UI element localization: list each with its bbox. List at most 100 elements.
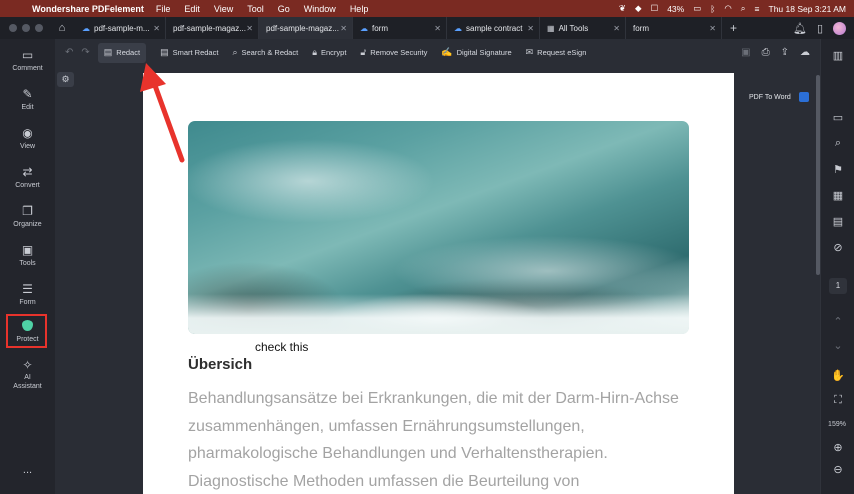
page-down-icon[interactable]: ⌄ [821, 339, 854, 352]
hand-tool-icon[interactable]: ✋ [821, 369, 854, 382]
tab-label: pdf-sample-m... [94, 23, 150, 33]
pdf-to-word-button[interactable]: PDF To Word [744, 86, 816, 108]
edit-icon: ✎ [22, 87, 33, 101]
word-icon [798, 92, 809, 102]
bookmark-icon[interactable]: ⚑ [821, 163, 854, 176]
bell-icon[interactable]: 🔔︎ [793, 22, 807, 35]
encrypt-button[interactable]: 🔒︎ Encrypt [312, 43, 346, 63]
sidebar-item-edit[interactable]: ✎ Edit [0, 87, 55, 111]
battery-percent[interactable]: 43% [667, 4, 684, 14]
tab-3-active[interactable]: pdf-sample-magaz... ✕ [259, 17, 353, 39]
bluetooth-icon[interactable]: ᛒ [710, 4, 715, 14]
annotation-text[interactable]: check this [255, 340, 308, 354]
close-tab-icon[interactable]: ✕ [153, 24, 160, 33]
new-tab-icon[interactable]: + [730, 21, 737, 35]
menu-help[interactable]: Help [350, 4, 369, 14]
close-tab-icon[interactable]: ✕ [527, 24, 534, 33]
redact-button[interactable]: ▤ Redact [97, 42, 147, 63]
chat-icon[interactable]: ▭ [821, 111, 854, 124]
sidebar-item-ai-assistant[interactable]: ✧ AI Assistant [0, 358, 55, 391]
encrypt-label: Encrypt [320, 48, 347, 57]
close-tab-icon[interactable]: ✕ [434, 24, 441, 33]
home-icon[interactable]: ⌂ [55, 22, 69, 34]
sidebar-item-view[interactable]: ◉ View [0, 126, 55, 150]
request-esign-button[interactable]: ✉ Request eSign [526, 43, 587, 63]
more-icon[interactable]: ... [0, 464, 55, 476]
close-window-button[interactable] [9, 24, 17, 32]
zoom-in-icon[interactable]: ⊕ [821, 441, 854, 454]
thumbnails-icon[interactable]: ▦ [821, 189, 854, 202]
battery-icon[interactable]: ▭ [693, 3, 701, 14]
page-number-input[interactable]: 1 [829, 278, 847, 294]
tab-5[interactable]: ☁ sample contract ✕ [447, 17, 540, 39]
smart-redact-button[interactable]: ▤ Smart Redact [160, 43, 218, 63]
search-icon[interactable]: ⌕ [821, 137, 854, 150]
control-center-icon[interactable]: ≡ [755, 4, 760, 14]
cloud-icon: ☁ [360, 23, 368, 33]
status-app-icon[interactable]: ❦ [619, 3, 626, 14]
tab-label: All Tools [558, 23, 589, 33]
share-icon[interactable]: ⇪ [781, 47, 789, 58]
sparkle-icon: ✧ [22, 358, 33, 372]
cloud-icon: ☁ [82, 23, 90, 33]
avatar[interactable] [833, 21, 846, 35]
remove-security-button[interactable]: 🔓︎ Remove Security [360, 43, 427, 63]
sidebar-item-comment[interactable]: ▭ Comment [0, 48, 55, 72]
menu-tool[interactable]: Tool [247, 4, 264, 14]
comment-icon: ▭ [21, 48, 34, 62]
status-icon[interactable]: ◆ [635, 3, 642, 14]
sidebar-item-tools[interactable]: ▣ Tools [0, 243, 55, 267]
sidebar-item-form[interactable]: ☰ Form [0, 282, 55, 306]
app-menu[interactable]: Wondershare PDFelement [32, 4, 144, 14]
page-up-icon[interactable]: ⌃ [821, 315, 854, 328]
close-tab-icon[interactable]: ✕ [709, 24, 716, 33]
zoom-window-button[interactable] [35, 24, 43, 32]
close-tab-icon[interactable]: ✕ [340, 24, 347, 33]
save-icon[interactable]: ▣ [741, 47, 750, 58]
sidebar-item-protect[interactable]: Protect [0, 320, 55, 343]
filter-icon[interactable]: ⚙ [57, 72, 74, 87]
sidebar-item-convert[interactable]: ⇄ Convert [0, 165, 55, 189]
close-tab-icon[interactable]: ✕ [613, 24, 620, 33]
tab-1[interactable]: ☁ pdf-sample-m... ✕ [75, 17, 166, 39]
tab-2[interactable]: pdf-sample-magaz... ✕ [166, 17, 259, 39]
redo-icon[interactable]: ↷ [81, 47, 89, 58]
tab-7[interactable]: form ✕ [626, 17, 722, 39]
body-paragraph: Behandlungsansätze bei Erkrankungen, die… [188, 390, 679, 490]
wifi-icon[interactable]: ◠ [724, 3, 731, 14]
print-icon[interactable]: ⎙ [762, 47, 770, 58]
digital-signature-label: Digital Signature [456, 48, 512, 57]
tab-6[interactable]: ▦ All Tools ✕ [540, 17, 626, 39]
zoom-out-icon[interactable]: ⊖ [821, 463, 854, 476]
menu-go[interactable]: Go [278, 4, 290, 14]
left-sidebar: ▭ Comment ✎ Edit ◉ View ⇄ Convert ❐ Orga… [0, 39, 56, 494]
status-icon-2[interactable]: ☐ [651, 3, 659, 14]
pdf-to-word-label: PDF To Word [749, 93, 791, 101]
menu-edit[interactable]: Edit [184, 4, 200, 14]
properties-icon[interactable]: ▥ [821, 49, 854, 62]
cloud-upload-icon[interactable]: ☁ [800, 47, 810, 58]
form-icon: ☰ [22, 282, 33, 296]
search-redact-button[interactable]: ⌕ Search & Redact [232, 43, 298, 63]
layers-icon[interactable]: ▤ [821, 215, 854, 228]
device-icon[interactable]: ▯ [817, 22, 823, 35]
tabbar-right: 🔔︎ ▯ [793, 21, 846, 35]
clock[interactable]: Thu 18 Sep 3:21 AM [769, 4, 847, 14]
tab-4[interactable]: ☁ form ✕ [353, 17, 447, 39]
menu-window[interactable]: Window [304, 4, 336, 14]
minimize-window-button[interactable] [22, 24, 30, 32]
attachment-icon[interactable]: ⊘ [821, 241, 854, 254]
menu-file[interactable]: File [156, 4, 171, 14]
menu-view[interactable]: View [214, 4, 233, 14]
search-icon[interactable]: ⌕ [741, 3, 746, 14]
digital-signature-button[interactable]: ✍ Digital Signature [441, 43, 511, 63]
fit-page-icon[interactable]: ⛶ [821, 394, 854, 407]
lock-icon: 🔒︎ [312, 47, 317, 57]
search-redact-label: Search & Redact [241, 48, 299, 57]
undo-icon[interactable]: ↶ [65, 47, 73, 58]
zoom-level[interactable]: 159% [820, 421, 854, 428]
protect-toolbar: ↶ ↷ ▤ Redact ▤ Smart Redact ⌕ Search & R… [55, 39, 820, 67]
tab-bar: ⌂ ☁ pdf-sample-m... ✕ pdf-sample-magaz..… [0, 17, 854, 39]
sidebar-item-organize[interactable]: ❐ Organize [0, 204, 55, 228]
close-tab-icon[interactable]: ✕ [246, 24, 253, 33]
